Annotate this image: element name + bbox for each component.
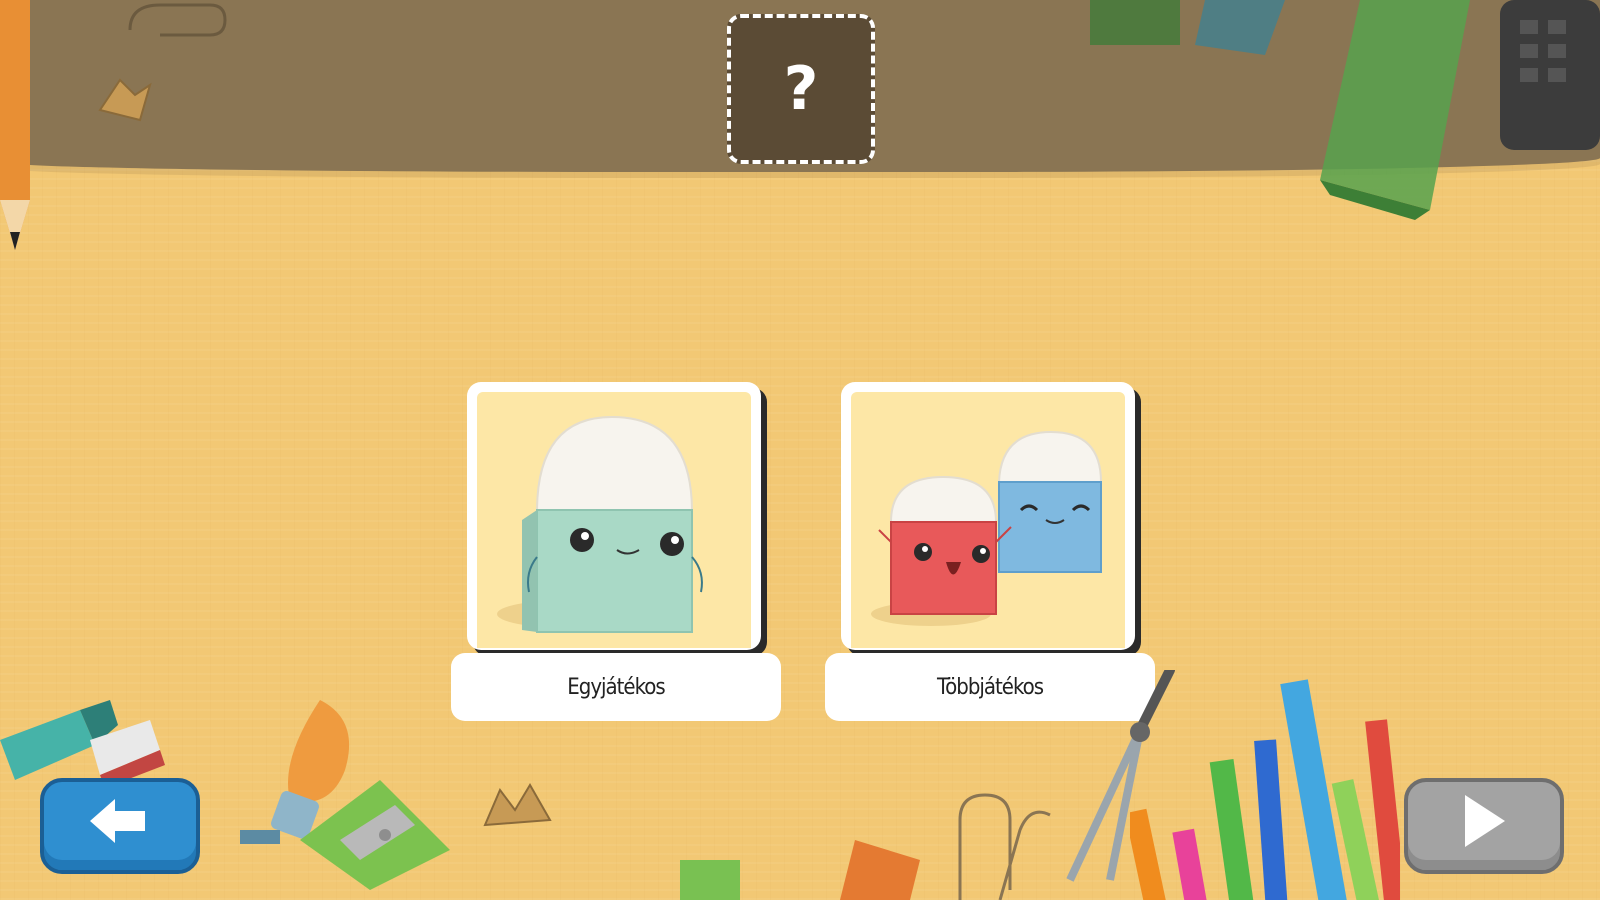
single-player-art [477,392,751,648]
next-button[interactable] [1404,778,1564,874]
multiplayer-label: Többjátékos [936,674,1044,700]
multiplayer-art [851,392,1125,648]
arrow-left-icon [90,798,145,843]
two-erasers-icon [871,430,1103,626]
calculator-decoration [1500,0,1600,150]
green-sharpener-decoration [300,780,450,890]
single-player-label: Egyjátékos [567,674,665,700]
ruler-decoration [1320,0,1470,220]
back-button[interactable] [40,778,200,874]
crayons-decoration [1130,679,1400,900]
eraser-character-icon [497,415,703,633]
single-player-button[interactable]: Egyjátékos [451,653,781,721]
shavings-decoration [483,783,552,827]
play-triangle-icon [1465,794,1505,847]
single-player-card[interactable] [467,382,761,650]
question-mark-icon: ? [783,54,819,124]
green-block-decoration [680,860,740,900]
multiplayer-card[interactable] [841,382,1135,650]
paperclip-decoration [128,3,227,37]
pencil-decoration [0,0,30,250]
green-tape-decoration [1090,0,1180,45]
answer-slot: ? [727,14,875,164]
sharpener-shavings-decoration [98,78,152,122]
orange-paper-decoration [840,840,920,900]
paperclips-decoration [958,793,1051,900]
blue-tape-decoration [1195,0,1285,55]
